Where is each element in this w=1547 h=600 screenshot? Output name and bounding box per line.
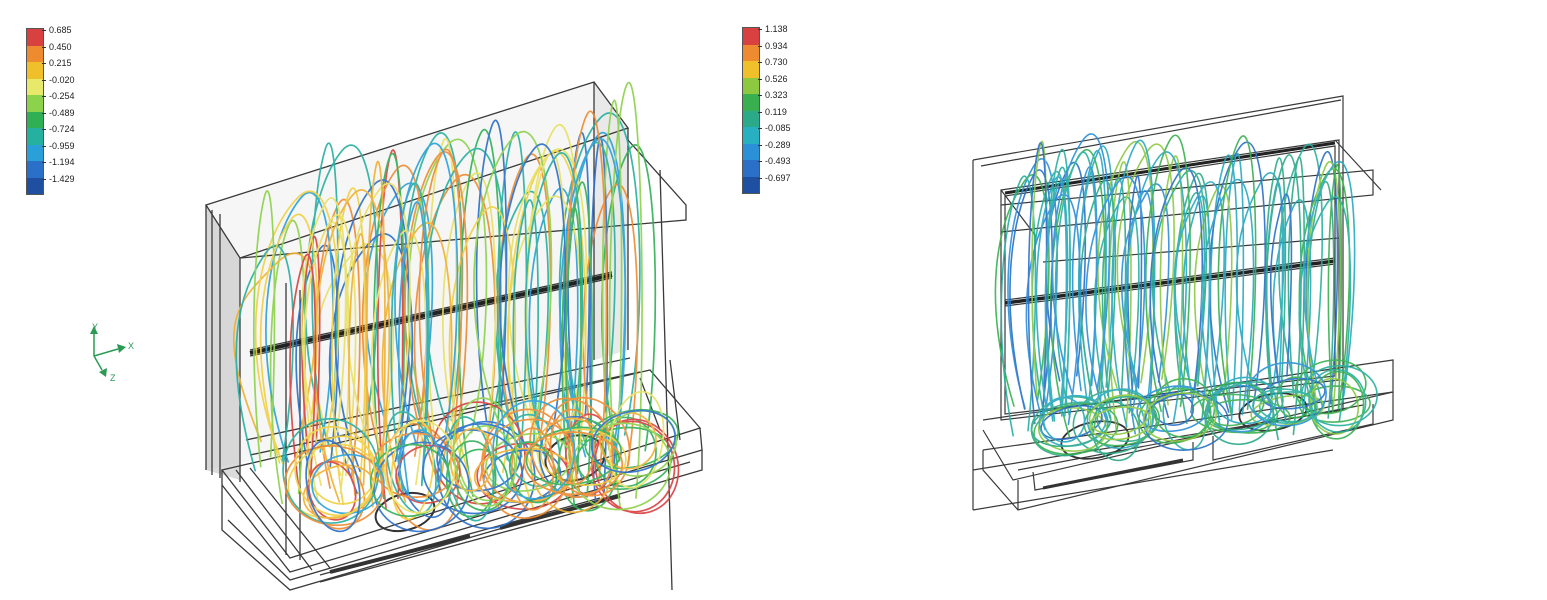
x-axis-line [93,348,119,357]
legend-tick [758,78,762,80]
legend-tick [758,144,762,146]
legend-color-swatch [743,110,759,127]
legend-color-swatch [743,160,759,177]
legend-color-swatch [743,176,759,193]
legend-tick [758,128,762,129]
z-axis-label: Z [110,373,116,383]
legend-color-swatch [743,94,759,111]
z-axis-arrow [99,368,107,377]
legend-color-swatch [743,77,759,94]
legend-color-swatch [743,127,759,144]
left-visualization-panel: 0.685 0.450 0.215 -0.020 -0.254 -0.489 -0.724-… [0,0,770,600]
hood-edge [1334,139,1382,191]
legend-tick [758,45,762,47]
hood-edge [319,505,601,583]
axis-triad: Y X Z [90,322,134,383]
legend-tick [758,62,762,63]
hood-edge [669,359,681,441]
legend-color-bar [742,27,760,194]
hood-edge [1042,237,1340,263]
x-axis-label: X [128,341,134,351]
legend-color-swatch [743,28,759,45]
legend-tick [758,177,762,179]
legend-tick [758,95,762,96]
hood-edge [972,449,1334,511]
legend-color-swatch [743,143,759,160]
y-axis-label: Y [92,322,98,332]
legend-tick [758,29,762,30]
legend-color-swatch [743,44,759,61]
legend-tick [758,161,762,162]
right-visualization-panel: 1.138 0.934 0.730 0.526 0.323 0.119 -0.085 -0.2… [742,0,1543,600]
x-axis-arrow [117,344,126,353]
legend-color-swatch [743,61,759,78]
z-axis-line [93,355,103,371]
left-hood-streamline-view: Y X Z [90,81,703,591]
legend-tick [758,111,762,113]
right-hood-streamline-view [972,95,1394,511]
hood-edge [659,169,673,591]
airfoil-slot [1042,458,1184,490]
